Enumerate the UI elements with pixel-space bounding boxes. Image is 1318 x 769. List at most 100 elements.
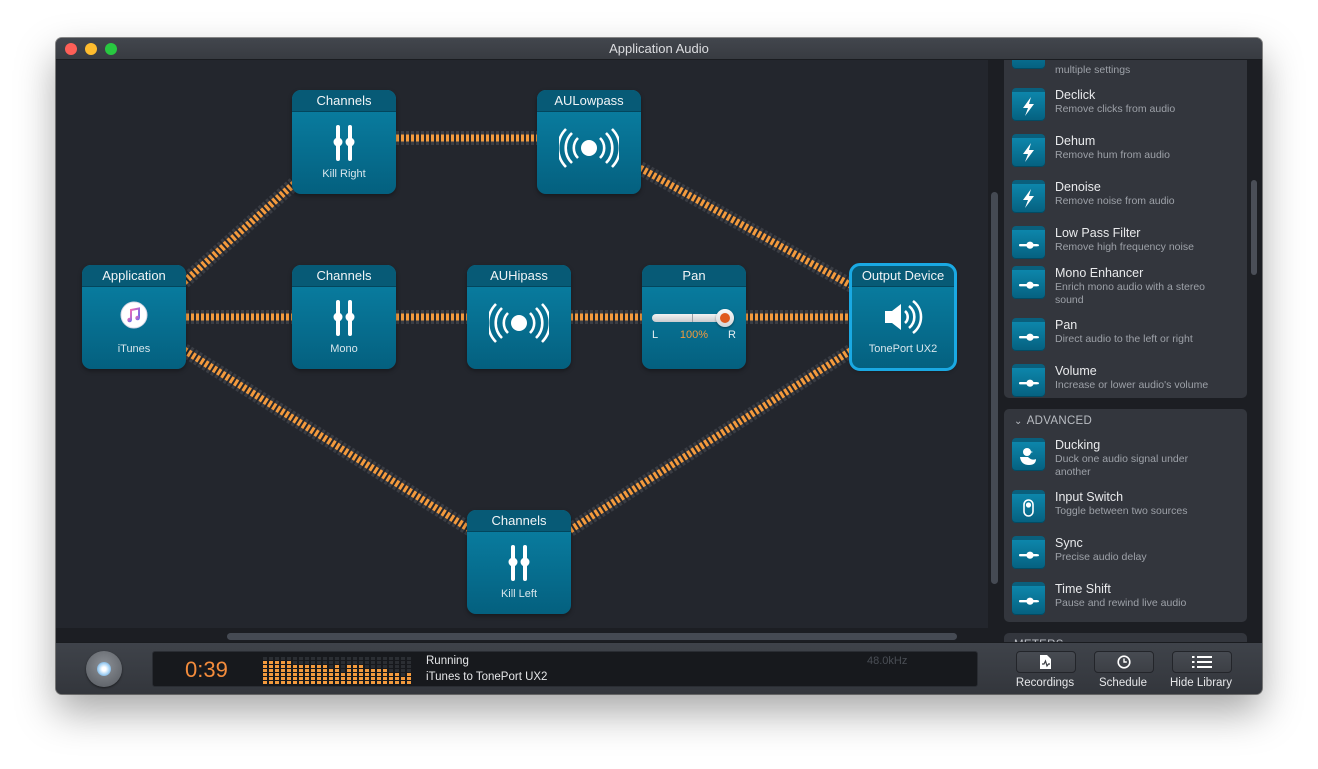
meter-cell [263,673,267,676]
meter-cell [353,673,357,676]
meter-cell [359,657,363,660]
library-item-ducking[interactable]: Ducking Duck one audio signal under anoth… [1012,438,1244,478]
meter-cell [347,669,351,672]
library-section-advanced: ⌄ ADVANCED Ducking Duck one audio signal u… [1004,409,1247,622]
node-channels-kill-left[interactable]: Channels Kill Left [467,510,571,614]
meter-cell [281,661,285,664]
meter-cell [305,673,309,676]
meter-cell [275,665,279,668]
recordings-label: Recordings [1015,677,1075,689]
broadcast-icon [489,303,549,343]
library-item-time-shift[interactable]: Time Shift Pause and rewind live audio [1012,582,1244,622]
library-item-desc: Remove high frequency noise [1055,241,1194,253]
meter-cell [263,665,267,668]
node-output-device[interactable]: Output Device TonePort UX2 [849,263,957,371]
scroll-thumb[interactable] [991,192,998,584]
lightning-icon [1012,134,1045,167]
meter-cell [329,661,333,664]
meter-cell [329,657,333,660]
meter-cell [365,669,369,672]
node-auhipass[interactable]: AUHipass [467,265,571,369]
audio-canvas[interactable]: Application iTunes Channels Kill Right A… [56,60,988,628]
meter-cell [329,673,333,676]
meter-cell [407,681,411,684]
meter-cell [383,681,387,684]
meter-cell [371,661,375,664]
library-item-dehum[interactable]: Dehum Remove hum from audio [1012,134,1244,174]
canvas-vertical-scrollbar[interactable] [988,60,1002,648]
meter-cell [281,669,285,672]
meter-cell [305,661,309,664]
library-item-title: Denoise [1055,180,1101,194]
meter-cell [359,677,363,680]
library-item-input-switch[interactable]: Input Switch Toggle between two sources [1012,490,1244,530]
library-item-title: Volume [1055,364,1097,378]
library-item-pan[interactable]: Pan Direct audio to the left or right [1012,318,1244,358]
meter-cell [293,657,297,660]
slider-icon [1012,266,1045,299]
schedule-button[interactable] [1094,651,1154,673]
library-item-volume[interactable]: Volume Increase or lower audio's volume [1012,364,1244,404]
broadcast-icon [559,128,619,168]
library-item-declick[interactable]: Declick Remove clicks from audio [1012,88,1244,128]
chevron-down-icon: ⌄ [1014,416,1023,427]
library-item-mono-enhancer[interactable]: Mono Enhancer Enrich mono audio with a st… [1012,266,1244,306]
node-aulowpass[interactable]: AULowpass [537,90,641,194]
pan-slider-knob[interactable] [716,309,734,327]
node-channels-kill-right[interactable]: Channels Kill Right [292,90,396,194]
meter-cell [347,657,351,660]
effects-library: multiple settings Declick Remove clicks f… [1002,60,1262,648]
meter-cell [347,665,351,668]
library-item-low-pass-filter[interactable]: Low Pass Filter Remove high frequency noi… [1012,226,1244,266]
meter-cell [407,677,411,680]
meter-cell [395,661,399,664]
meter-cell [329,681,333,684]
meter-cell [407,657,411,660]
effect-icon [1012,60,1045,69]
meter-cell [299,681,303,684]
cable-kill-left-to-output[interactable] [566,344,856,536]
cable-app-to-kill-left[interactable] [180,344,475,536]
meter-cell [329,677,333,680]
library-item-denoise[interactable]: Denoise Remove noise from audio [1012,180,1244,220]
node-application[interactable]: Application iTunes [82,265,186,369]
switch-icon [1012,490,1045,523]
scroll-thumb[interactable] [227,633,957,640]
meter-cell [377,657,381,660]
meter-cell [383,657,387,660]
cable-app-to-kill-right[interactable] [179,176,301,288]
meter-cell [323,669,327,672]
meter-cell [311,665,315,668]
meter-cell [341,657,345,660]
meter-cell [371,665,375,668]
library-item-desc: Precise audio delay [1055,551,1147,563]
library-item-desc: Remove hum from audio [1055,149,1170,161]
minimize-window-button[interactable] [85,43,97,55]
node-subtitle: Kill Left [500,588,538,600]
zoom-window-button[interactable] [105,43,117,55]
library-item-sync[interactable]: Sync Precise audio delay [1012,536,1244,576]
node-pan[interactable]: Pan L 100% R [642,265,746,369]
power-button[interactable] [86,651,122,687]
library-item-title: Time Shift [1055,582,1111,596]
library-item-title: Mono Enhancer [1055,266,1144,280]
schedule-label: Schedule [1099,677,1147,689]
section-header-advanced[interactable]: ⌄ ADVANCED [1014,415,1092,427]
library-item-desc: Enrich mono audio with a stereo sound [1055,281,1205,306]
meter-cell [263,657,267,660]
meter-cell [401,661,405,664]
meter-cell [377,669,381,672]
hide-library-button[interactable] [1172,651,1232,673]
library-item-partial[interactable]: multiple settings [1012,60,1244,76]
recordings-button[interactable] [1016,651,1076,673]
node-channels-mono[interactable]: Channels Mono [292,265,396,369]
meter-cell [299,677,303,680]
close-window-button[interactable] [65,43,77,55]
meter-cell [377,673,381,676]
meter-cell [377,681,381,684]
meter-cell [269,665,273,668]
meter-cell [281,677,285,680]
library-scrollbar[interactable] [1251,180,1257,275]
meter-cell [317,673,321,676]
meter-cell [287,661,291,664]
